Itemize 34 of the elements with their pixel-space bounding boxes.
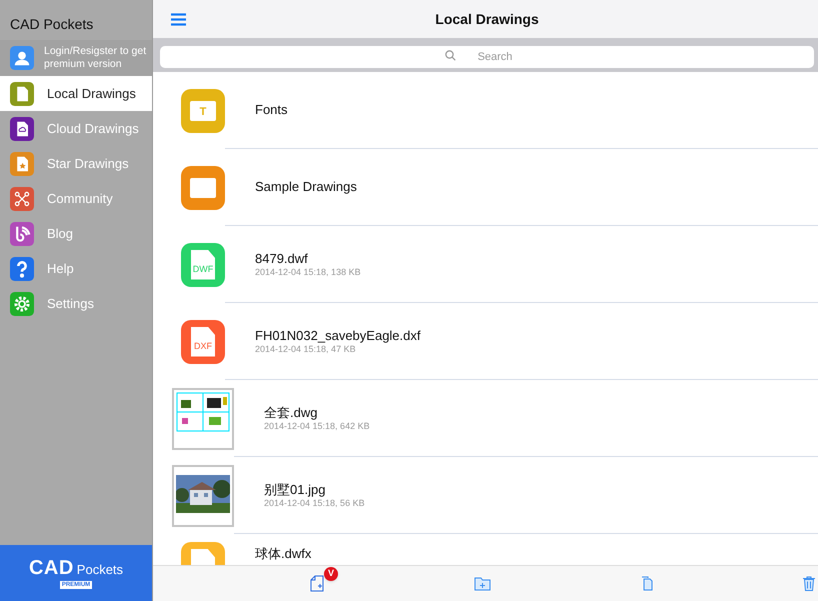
- copy-icon[interactable]: [641, 576, 653, 591]
- file-meta: 2014-12-04 15:18, 138 KB: [255, 266, 362, 278]
- file-meta: 2014-12-04 15:18, 47 KB: [255, 344, 357, 354]
- file-type-label: DWF: [192, 264, 214, 274]
- file-name: 8479.dwf: [255, 250, 309, 266]
- file-row[interactable]: Sample Drawings: [153, 149, 818, 226]
- header-title: Local Drawings: [435, 10, 539, 29]
- file-row[interactable]: DWF 8479.dwf 2014-12-04 15:18, 138 KB: [153, 226, 818, 303]
- drawing-thumbnail: [176, 392, 230, 432]
- menu-icon[interactable]: [171, 12, 186, 26]
- file-type-label: DXF: [194, 342, 212, 350]
- sidebar-item[interactable]: Local Drawings: [0, 76, 152, 111]
- file-name: 全套.dwg: [264, 404, 318, 420]
- new-file-icon[interactable]: [310, 575, 324, 592]
- file-row[interactable]: 别墅01.jpg 2014-12-04 15:18, 56 KB: [153, 457, 818, 534]
- file-row[interactable]: 全套.dwg 2014-12-04 15:18, 642 KB: [153, 380, 818, 457]
- brand-name: CAD: [28, 558, 74, 578]
- file-row[interactable]: T Fonts: [153, 72, 818, 149]
- search-field[interactable]: Search: [160, 46, 814, 68]
- file-name: Sample Drawings: [255, 179, 358, 195]
- file-row[interactable]: DXF FH01N032_savebyEagle.dxf 2014-12-04 15:18, 47 KB: [153, 303, 818, 380]
- file-name: 别墅01.jpg: [264, 482, 326, 498]
- trash-icon[interactable]: [803, 576, 815, 591]
- search-icon: [445, 50, 456, 61]
- file-name: FH01N032_savebyEagle.dxf: [255, 328, 422, 344]
- notification-badge: V: [324, 567, 338, 581]
- file-name: 球体.dwfx: [255, 546, 312, 562]
- app-title: CAD Pockets: [9, 15, 94, 34]
- file-meta: 2014-12-04 15:18, 56 KB: [264, 498, 366, 508]
- folder-glyph: T: [200, 106, 206, 118]
- file-meta: 2014-12-04 15:18, 642 KB: [264, 420, 371, 432]
- new-folder-icon[interactable]: [474, 576, 491, 590]
- file-name: Fonts: [255, 102, 289, 118]
- brand-suffix: Pockets: [76, 562, 124, 576]
